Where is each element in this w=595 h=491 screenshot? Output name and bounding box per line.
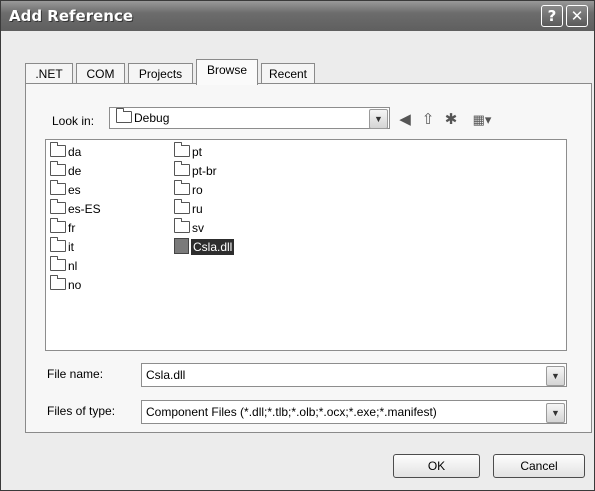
new-folder-icon[interactable]: ✱ (442, 111, 460, 129)
tab-com[interactable]: COM (76, 63, 125, 84)
up-folder-icon[interactable]: ⇧ (419, 111, 437, 129)
file-label: Csla.dll (191, 239, 235, 255)
tab-projects[interactable]: Projects (128, 63, 193, 84)
folder-item[interactable]: pt (174, 142, 203, 161)
files-of-type-combo[interactable]: Component Files (*.dll;*.tlb;*.olb;*.ocx… (141, 400, 567, 424)
folder-label: da (68, 145, 82, 159)
folder-label: it (68, 240, 74, 254)
file-name-value: Csla.dll (146, 368, 186, 382)
folder-icon (174, 180, 190, 195)
folder-item[interactable]: sv (174, 218, 204, 237)
look-in-label: Look in: (52, 114, 95, 128)
views-menu-icon[interactable]: ▦▾ (467, 111, 497, 129)
folder-icon (50, 275, 66, 290)
folder-icon (50, 161, 66, 176)
folder-label: es (68, 183, 81, 197)
folder-item[interactable]: no (50, 275, 82, 294)
back-icon[interactable]: ◀ (396, 111, 414, 129)
folder-label: ru (192, 202, 203, 216)
chevron-down-icon[interactable]: ▼ (546, 366, 565, 386)
folder-item[interactable]: da (50, 142, 82, 161)
folder-icon (174, 161, 190, 176)
folder-item[interactable]: fr (50, 218, 76, 237)
folder-item[interactable]: es-ES (50, 199, 101, 218)
look-in-combo[interactable]: Debug ▼ (109, 107, 390, 129)
folder-icon (174, 218, 190, 233)
folder-icon (50, 142, 66, 157)
folder-label: pt-br (192, 164, 217, 178)
add-reference-dialog: Add Reference ? ✕ .NET COM Projects Brow… (0, 0, 595, 491)
folder-label: de (68, 164, 82, 178)
help-button[interactable]: ? (541, 5, 563, 27)
ok-button[interactable]: OK (393, 454, 480, 478)
folder-label: sv (192, 221, 204, 235)
folder-icon (116, 108, 132, 123)
title-bar[interactable]: Add Reference ? ✕ (1, 1, 594, 31)
close-button[interactable]: ✕ (566, 5, 588, 27)
folder-label: ro (192, 183, 203, 197)
folder-icon (174, 199, 190, 214)
tab-net[interactable]: .NET (25, 63, 73, 84)
folder-icon (50, 237, 66, 252)
folder-label: nl (68, 259, 78, 273)
folder-icon (50, 180, 66, 195)
file-name-label: File name: (47, 367, 104, 381)
chevron-down-icon[interactable]: ▼ (546, 403, 565, 423)
folder-item[interactable]: it (50, 237, 74, 256)
tab-browse[interactable]: Browse (196, 59, 258, 85)
folder-label: fr (68, 221, 76, 235)
folder-icon (50, 199, 66, 214)
folder-item[interactable]: ro (174, 180, 203, 199)
folder-item[interactable]: ru (174, 199, 203, 218)
folder-item[interactable]: nl (50, 256, 78, 275)
selected-file-item[interactable]: Csla.dll (174, 238, 235, 256)
chevron-down-icon[interactable]: ▼ (369, 109, 388, 129)
window-title: Add Reference (9, 7, 134, 25)
folder-item[interactable]: de (50, 161, 82, 180)
file-list: da de es es-ES fr it nl no pt pt-br ro r… (45, 139, 567, 351)
folder-label: pt (192, 145, 203, 159)
file-name-combo[interactable]: Csla.dll ▼ (141, 363, 567, 387)
folder-label: no (68, 278, 82, 292)
tab-recent[interactable]: Recent (261, 63, 315, 84)
cancel-button[interactable]: Cancel (493, 454, 585, 478)
files-of-type-value: Component Files (*.dll;*.tlb;*.olb;*.ocx… (146, 405, 437, 419)
folder-label: es-ES (68, 202, 101, 216)
look-in-value: Debug (134, 111, 170, 125)
folder-item[interactable]: es (50, 180, 81, 199)
files-of-type-label: Files of type: (47, 404, 116, 418)
folder-item[interactable]: pt-br (174, 161, 217, 180)
folder-icon (174, 142, 190, 157)
folder-icon (50, 256, 66, 271)
dll-file-icon (174, 238, 189, 254)
folder-icon (50, 218, 66, 233)
